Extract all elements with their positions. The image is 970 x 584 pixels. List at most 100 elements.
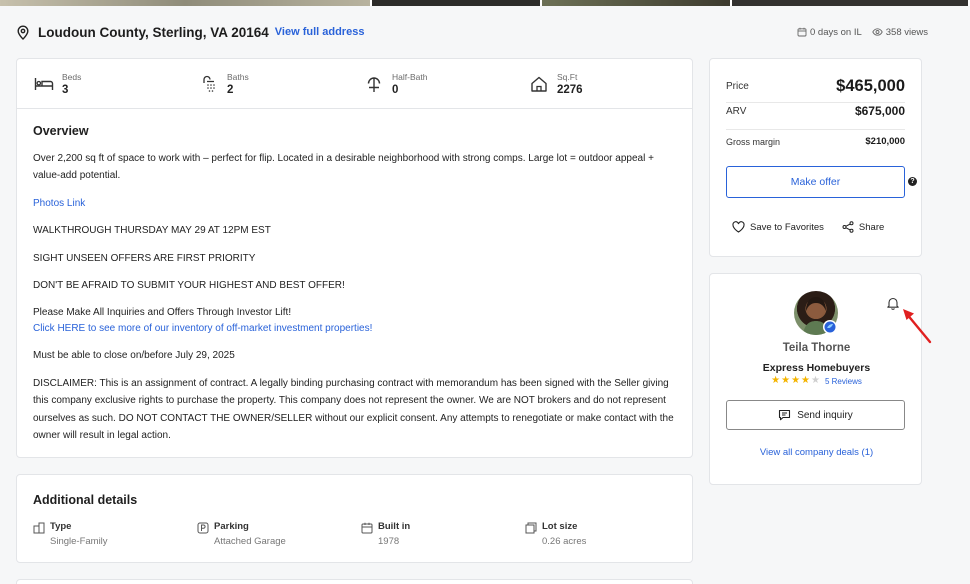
inquiries-note: Please Make All Inquiries and Offers Thr…: [33, 306, 292, 318]
photo-thumb[interactable]: [542, 0, 730, 6]
pricing-card: Price $465,000 ARV $675,000 Gross margin…: [709, 58, 922, 257]
calendar-icon: [361, 522, 373, 534]
stat-label: Beds: [62, 71, 82, 82]
help-icon[interactable]: ?: [908, 177, 917, 186]
detail-label: Built in: [378, 521, 411, 532]
stat-value: 0: [392, 83, 399, 96]
arv-label: ARV: [726, 105, 747, 117]
price-label: Price: [726, 81, 749, 92]
heart-icon: [732, 221, 745, 233]
agent-name[interactable]: Teila Thorne: [710, 342, 923, 354]
photo-thumb[interactable]: [372, 0, 540, 6]
inventory-link[interactable]: Click HERE to see more of our inventory …: [33, 323, 372, 334]
detail-value: 1978: [378, 536, 400, 547]
calendar-icon: [797, 27, 807, 37]
detail-parking: Parking Attached Garage: [197, 521, 361, 547]
star-rating: ★ ★ ★ ★ ★ 5 Reviews: [710, 376, 923, 386]
verified-badge-icon: [823, 320, 837, 334]
view-all-deals-link[interactable]: View all company deals (1): [710, 447, 923, 458]
faucet-icon: [363, 73, 385, 95]
stat-label: Baths: [227, 71, 249, 82]
stat-value: 2: [227, 83, 234, 96]
price-value: $465,000: [836, 77, 905, 95]
detail-value: 0.26 acres: [542, 536, 587, 547]
share-label: Share: [858, 221, 885, 233]
star-icon: ★: [801, 375, 810, 386]
gross-margin-label: Gross margin: [726, 136, 781, 147]
seller-card: Teila Thorne Express Homebuyers ★ ★ ★ ★ …: [709, 273, 922, 485]
bed-icon: [33, 73, 55, 95]
closing-note: Must be able to close on/before July 29,…: [33, 350, 235, 361]
house-icon: [528, 73, 550, 95]
lot-icon: [525, 522, 537, 534]
overview-section: Overview Over 2,200 sq ft of space to wo…: [17, 109, 692, 445]
property-details-card: Beds 3 Baths 2 Half-Bath 0 Sq.Ft 2276 Ov…: [16, 58, 693, 458]
make-offer-button[interactable]: Make offer: [726, 166, 905, 198]
disclaimer-text: DISCLAIMER: This is an assignment of con…: [33, 377, 674, 442]
overview-title: Overview: [33, 124, 89, 138]
stat-label: Half-Bath: [392, 71, 428, 82]
star-icon: ★: [791, 375, 801, 386]
detail-type: Type Single-Family: [33, 521, 197, 547]
price-row: Price $465,000: [726, 77, 905, 96]
divider: [726, 102, 905, 103]
stat-baths: Baths 2: [182, 72, 347, 96]
detail-value: Attached Garage: [214, 536, 286, 547]
share-button[interactable]: Share: [842, 221, 884, 233]
stat-beds: Beds 3: [17, 72, 182, 96]
property-stats: Beds 3 Baths 2 Half-Bath 0 Sq.Ft 2276: [17, 59, 692, 109]
eye-icon: [872, 28, 883, 36]
view-count: 358 views: [872, 27, 928, 38]
photo-thumb[interactable]: [0, 0, 370, 6]
chat-icon: [779, 409, 791, 421]
next-section-card: [16, 579, 693, 584]
star-icon: ★: [771, 375, 781, 386]
property-address: Loudoun County, Sterling, VA 20164: [38, 24, 269, 40]
views-label: 358 views: [885, 26, 928, 38]
detail-label: Parking: [214, 521, 249, 532]
best-offer-note: DON'T BE AFRAID TO SUBMIT YOUR HIGHEST A…: [33, 280, 345, 291]
stat-label: Sq.Ft: [557, 71, 578, 82]
save-to-favorites-label: Save to Favorites: [750, 221, 824, 233]
detail-lot-size: Lot size 0.26 acres: [525, 521, 689, 547]
address-bar: Loudoun County, Sterling, VA 20164 View …: [16, 22, 928, 42]
gross-margin-row: Gross margin $210,000: [726, 136, 905, 147]
send-inquiry-label: Send inquiry: [797, 409, 853, 421]
photo-thumb[interactable]: [732, 0, 968, 6]
photo-strip[interactable]: [0, 0, 970, 6]
company-name[interactable]: Express Homebuyers: [710, 362, 923, 374]
days-on-label: 0 days on IL: [809, 26, 862, 38]
listing-meta: 0 days on IL 358 views: [797, 27, 928, 38]
save-to-favorites-button[interactable]: Save to Favorites: [732, 221, 824, 233]
map-pin-icon: [16, 24, 32, 40]
divider: [726, 129, 905, 130]
notification-bell-icon[interactable]: [886, 296, 900, 310]
reviews-link[interactable]: 5 Reviews: [825, 377, 862, 386]
gross-margin-value: $210,000: [865, 136, 905, 147]
view-full-address-link[interactable]: View full address: [275, 26, 365, 38]
parking-icon: [197, 522, 209, 534]
detail-built-in: Built in 1978: [361, 521, 525, 547]
send-inquiry-button[interactable]: Send inquiry: [726, 400, 905, 430]
days-on-listing: 0 days on IL: [797, 27, 862, 38]
additional-details-card: Additional details Type Single-Family Pa…: [16, 474, 693, 563]
overview-description: Over 2,200 sq ft of space to work with –…: [33, 152, 654, 182]
star-icon: ★: [781, 375, 791, 386]
listing-actions: Save to Favorites Share: [732, 221, 884, 233]
details-row: Type Single-Family Parking Attached Gara…: [33, 521, 689, 547]
detail-label: Type: [50, 521, 72, 532]
additional-details-title: Additional details: [33, 493, 138, 507]
share-icon: [842, 221, 854, 233]
stat-value: 3: [62, 83, 69, 96]
stat-value: 2276: [557, 83, 583, 96]
building-icon: [33, 522, 45, 534]
star-empty-icon: ★: [811, 375, 820, 386]
detail-label: Lot size: [542, 521, 578, 532]
shower-icon: [198, 73, 220, 95]
detail-value: Single-Family: [50, 536, 108, 547]
arv-value: $675,000: [854, 104, 905, 118]
stat-half-bath: Half-Bath 0: [347, 72, 512, 96]
arv-row: ARV $675,000: [726, 104, 905, 118]
photos-link[interactable]: Photos Link: [33, 198, 85, 209]
walkthrough-note: WALKTHROUGH THURSDAY MAY 29 AT 12PM EST: [33, 225, 271, 236]
